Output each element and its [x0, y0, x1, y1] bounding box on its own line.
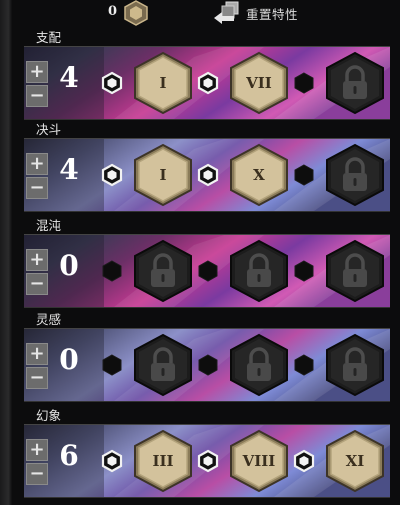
minor-trait-locked-icon — [294, 164, 314, 186]
major-trait-locked[interactable] — [228, 333, 290, 397]
reset-traits-label: 重置特性 — [246, 6, 299, 22]
minor-trait-unlocked-icon — [101, 449, 123, 473]
major-trait-slot[interactable]: VII — [228, 51, 290, 115]
reset-arrow-icon — [214, 1, 239, 24]
major-trait-slot[interactable]: XI — [324, 429, 386, 493]
padlock-icon — [326, 239, 384, 303]
major-trait-locked[interactable] — [324, 239, 386, 303]
trait-line-level: 4 — [59, 61, 79, 94]
major-trait-slot[interactable]: I — [132, 143, 194, 207]
major-trait-slot[interactable]: VIII — [228, 429, 290, 493]
reset-traits-button[interactable]: 重置特性 — [210, 0, 298, 26]
minor-trait-locked-icon — [198, 260, 218, 282]
trait-line-band: + −4 I VII — [24, 46, 390, 120]
padlock-icon — [326, 143, 384, 207]
major-trait-locked[interactable] — [132, 333, 194, 397]
trait-numeral: I — [159, 166, 167, 184]
minor-trait-locked-icon — [294, 260, 314, 282]
trait-line-name: 灵感 — [36, 312, 62, 327]
increase-level-button[interactable]: + — [26, 439, 48, 461]
minor-trait-locked-icon — [198, 354, 218, 376]
available-points: 0 — [108, 4, 118, 19]
trait-line-band: + −4 I X — [24, 138, 390, 212]
minor-trait-unlocked-icon — [293, 449, 315, 473]
trait-line-name: 混沌 — [36, 218, 62, 233]
trait-line-name: 幻象 — [36, 408, 62, 423]
major-trait-locked[interactable] — [132, 239, 194, 303]
padlock-icon — [230, 239, 288, 303]
trait-numeral: I — [159, 74, 167, 92]
decrease-level-button[interactable]: − — [26, 273, 48, 295]
decrease-level-button[interactable]: − — [26, 177, 48, 199]
minor-trait-unlocked-icon — [197, 71, 219, 95]
major-trait-locked[interactable] — [324, 143, 386, 207]
top-bar: 0 重置特性 — [0, 0, 400, 28]
trait-line-level: 4 — [59, 153, 79, 186]
trait-line-band: + −0 — [24, 234, 390, 308]
trait-numeral: VIII — [242, 452, 276, 470]
minor-trait-unlocked-icon — [197, 449, 219, 473]
trait-line-band: + −6 III VIII XI — [24, 424, 390, 498]
minor-trait-locked-icon — [102, 260, 122, 282]
padlock-icon — [230, 333, 288, 397]
trait-line-name: 支配 — [36, 30, 62, 45]
major-trait-locked[interactable] — [228, 239, 290, 303]
increase-level-button[interactable]: + — [26, 153, 48, 175]
major-trait-slot[interactable]: X — [228, 143, 290, 207]
major-trait-locked[interactable] — [324, 51, 386, 115]
increase-level-button[interactable]: + — [26, 61, 48, 83]
increase-level-button[interactable]: + — [26, 249, 48, 271]
padlock-icon — [134, 239, 192, 303]
trait-line-name: 决斗 — [36, 122, 62, 137]
major-trait-locked[interactable] — [324, 333, 386, 397]
minor-trait-locked-icon — [294, 72, 314, 94]
trait-numeral: III — [152, 452, 174, 470]
decrease-level-button[interactable]: − — [26, 463, 48, 485]
trait-line-level: 0 — [59, 343, 79, 376]
minor-trait-unlocked-icon — [197, 163, 219, 187]
major-trait-slot[interactable]: I — [132, 51, 194, 115]
minor-trait-unlocked-icon — [101, 71, 123, 95]
trait-line-level: 0 — [59, 249, 79, 282]
padlock-icon — [326, 51, 384, 115]
trait-line-level: 6 — [59, 439, 79, 472]
minor-trait-locked-icon — [102, 354, 122, 376]
padlock-icon — [134, 333, 192, 397]
window-left-edge — [0, 0, 12, 505]
major-trait-slot[interactable]: III — [132, 429, 194, 493]
increase-level-button[interactable]: + — [26, 343, 48, 365]
trait-numeral: XI — [345, 452, 365, 470]
minor-trait-unlocked-icon — [101, 163, 123, 187]
trait-point-icon — [124, 0, 148, 26]
trait-numeral: VII — [246, 74, 272, 92]
decrease-level-button[interactable]: − — [26, 85, 48, 107]
trait-line-band: + −0 — [24, 328, 390, 402]
decrease-level-button[interactable]: − — [26, 367, 48, 389]
trait-numeral: X — [253, 166, 265, 184]
minor-trait-locked-icon — [294, 354, 314, 376]
padlock-icon — [326, 333, 384, 397]
